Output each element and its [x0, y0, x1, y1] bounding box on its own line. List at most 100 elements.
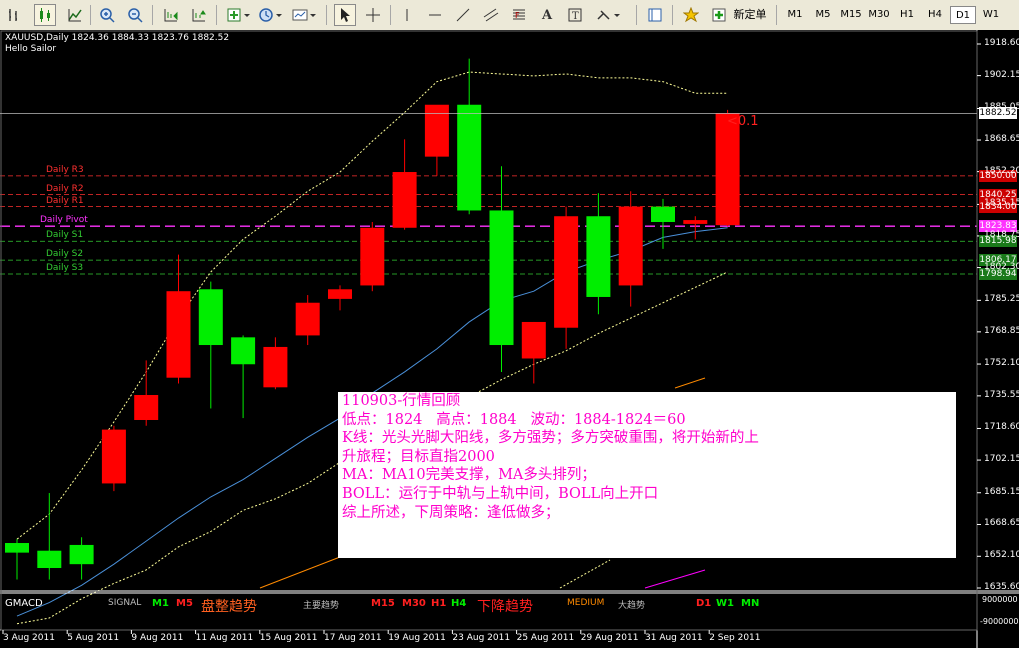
candle-body	[37, 550, 62, 569]
price-tick: 1702.15	[984, 454, 1019, 465]
text-tool-icon[interactable]: A	[536, 4, 558, 26]
cursor-arrow-icon[interactable]	[334, 4, 356, 26]
timeframe-d1[interactable]: D1	[950, 6, 976, 24]
signal-h4: H4	[451, 598, 467, 609]
signal-label: SIGNAL	[108, 598, 142, 608]
new-order-button[interactable]: 新定单	[732, 6, 768, 24]
candle	[101, 425, 126, 492]
signal-d1: D1	[696, 598, 712, 609]
timeframe-m5[interactable]: M5	[810, 6, 836, 24]
data-window-icon[interactable]	[644, 4, 666, 26]
trendline-icon[interactable]	[452, 4, 474, 26]
candlestick-chart-icon[interactable]	[34, 4, 56, 26]
signal-m15: M15	[371, 598, 395, 609]
signal-m1: M1	[152, 598, 169, 609]
note-line: BOLL：运行于中轨与上轨中间，BOLL向上开口	[342, 485, 659, 502]
vertical-line-icon[interactable]	[396, 4, 418, 26]
time-tick: 5 Aug 2011	[67, 633, 120, 643]
pivot-label: Daily R3	[46, 164, 84, 175]
downtrend-label: 下降趋势	[477, 599, 533, 615]
fibonacci-icon[interactable]: F	[508, 4, 530, 26]
horizontal-line-icon[interactable]	[424, 4, 446, 26]
note-line: 110903-行情回顾	[342, 393, 461, 409]
candle-body	[263, 346, 288, 388]
note-line: MA：MA10完美支撑，MA多头排列；	[342, 467, 596, 484]
candle-body	[360, 227, 385, 286]
price-tick: 1718.60	[984, 422, 1019, 433]
candle-body	[198, 289, 223, 346]
timeframe-m1[interactable]: M1	[782, 6, 808, 24]
signal-h1: H1	[431, 598, 447, 609]
price-tick: 1685.15	[984, 486, 1019, 497]
ea-name: Hello Sailor	[5, 44, 57, 54]
candle-body	[618, 206, 643, 286]
candle-body	[231, 337, 256, 365]
time-tick: 25 Aug 2011	[516, 633, 575, 643]
time-tick: 15 Aug 2011	[259, 633, 318, 643]
bar-chart-icon[interactable]	[4, 4, 26, 26]
favorites-star-icon[interactable]	[680, 4, 702, 26]
candle-body	[457, 104, 482, 211]
periods-clock-icon[interactable]	[256, 4, 286, 26]
price-tick: 1768.85	[984, 325, 1019, 336]
timeframe-h4[interactable]: H4	[922, 6, 948, 24]
symbol-line: XAUUSD,Daily 1824.36 1884.33 1823.76 188…	[5, 33, 230, 43]
note-line: K线：光头光脚大阳线，多方强势；多方突破重围，将开始新的上	[342, 430, 759, 447]
text-label-icon[interactable]: T	[564, 4, 586, 26]
new-order-icon[interactable]	[708, 4, 730, 26]
candle-body	[166, 291, 191, 378]
chart-shift-icon[interactable]	[160, 4, 182, 26]
market-review-note: 110903-行情回顾低点：1824 高点：1884 波动：1884-1824＝…	[338, 392, 956, 558]
sub-axis-bottom: -9000000	[980, 617, 1019, 626]
price-tick: 1802.30	[984, 261, 1019, 272]
timeframe-h1[interactable]: H1	[894, 6, 920, 24]
autoscroll-icon[interactable]	[188, 4, 210, 26]
line-chart-icon[interactable]	[64, 4, 86, 26]
candle-body	[489, 210, 514, 346]
signal-mn: MN	[741, 598, 760, 609]
chart-header: XAUUSD,Daily 1824.36 1884.33 1823.76 188…	[5, 33, 229, 55]
candle-body	[683, 220, 708, 224]
pivot-label: Daily R2	[46, 183, 84, 194]
candle	[554, 206, 579, 349]
candle-body	[424, 104, 449, 157]
candle-body	[715, 113, 740, 226]
timeframe-m30[interactable]: M30	[866, 6, 892, 24]
bid-annotation: <0.1	[727, 114, 759, 129]
pivot-label: Daily S3	[46, 263, 84, 274]
major-trend-label: 大趋势	[618, 601, 646, 611]
candle-body	[134, 395, 159, 420]
signal-m5: M5	[176, 598, 193, 609]
equidistant-channel-icon[interactable]	[480, 4, 502, 26]
time-tick: 29 Aug 2011	[580, 633, 639, 643]
price-tick: 1735.55	[984, 389, 1019, 400]
candle-body	[392, 172, 417, 228]
candle-body	[295, 302, 320, 336]
note-line: 升旅程；目标直指2000	[342, 448, 495, 465]
zoom-out-icon[interactable]	[124, 4, 146, 26]
note-line: 低点：1824 高点：1884 波动：1884-1824＝60	[342, 411, 686, 428]
pivot-label: Daily Pivot	[40, 215, 88, 226]
zoom-in-icon[interactable]	[96, 4, 118, 26]
svg-text:T: T	[572, 11, 579, 22]
arrows-icon[interactable]	[594, 4, 624, 26]
consolidation-label: 盘整趋势	[201, 599, 257, 615]
svg-text:F: F	[515, 11, 520, 20]
time-tick: 2 Sep 2011	[709, 633, 761, 643]
timeframe-m15[interactable]: M15	[838, 6, 864, 24]
price-tick: 1918.60	[984, 38, 1019, 48]
candle	[360, 222, 385, 292]
time-tick: 23 Aug 2011	[452, 633, 511, 643]
time-tick: 31 Aug 2011	[645, 633, 703, 643]
crosshair-icon[interactable]	[362, 4, 384, 26]
time-tick: 11 Aug 2011	[195, 633, 254, 643]
price-tick: 1635.60	[984, 582, 1019, 592]
indicators-icon[interactable]	[224, 4, 254, 26]
current-price-label: 1882.52	[979, 107, 1017, 120]
candle-body	[5, 543, 29, 553]
candle-body	[101, 429, 126, 484]
timeframe-w1[interactable]: W1	[978, 6, 1004, 24]
templates-icon[interactable]	[290, 4, 320, 26]
main-toolbar: F A T 新定单 M1 M5 M15 M30 H1 H4 D1 W1	[0, 0, 1019, 31]
time-tick: 3 Aug 2011	[3, 633, 55, 643]
